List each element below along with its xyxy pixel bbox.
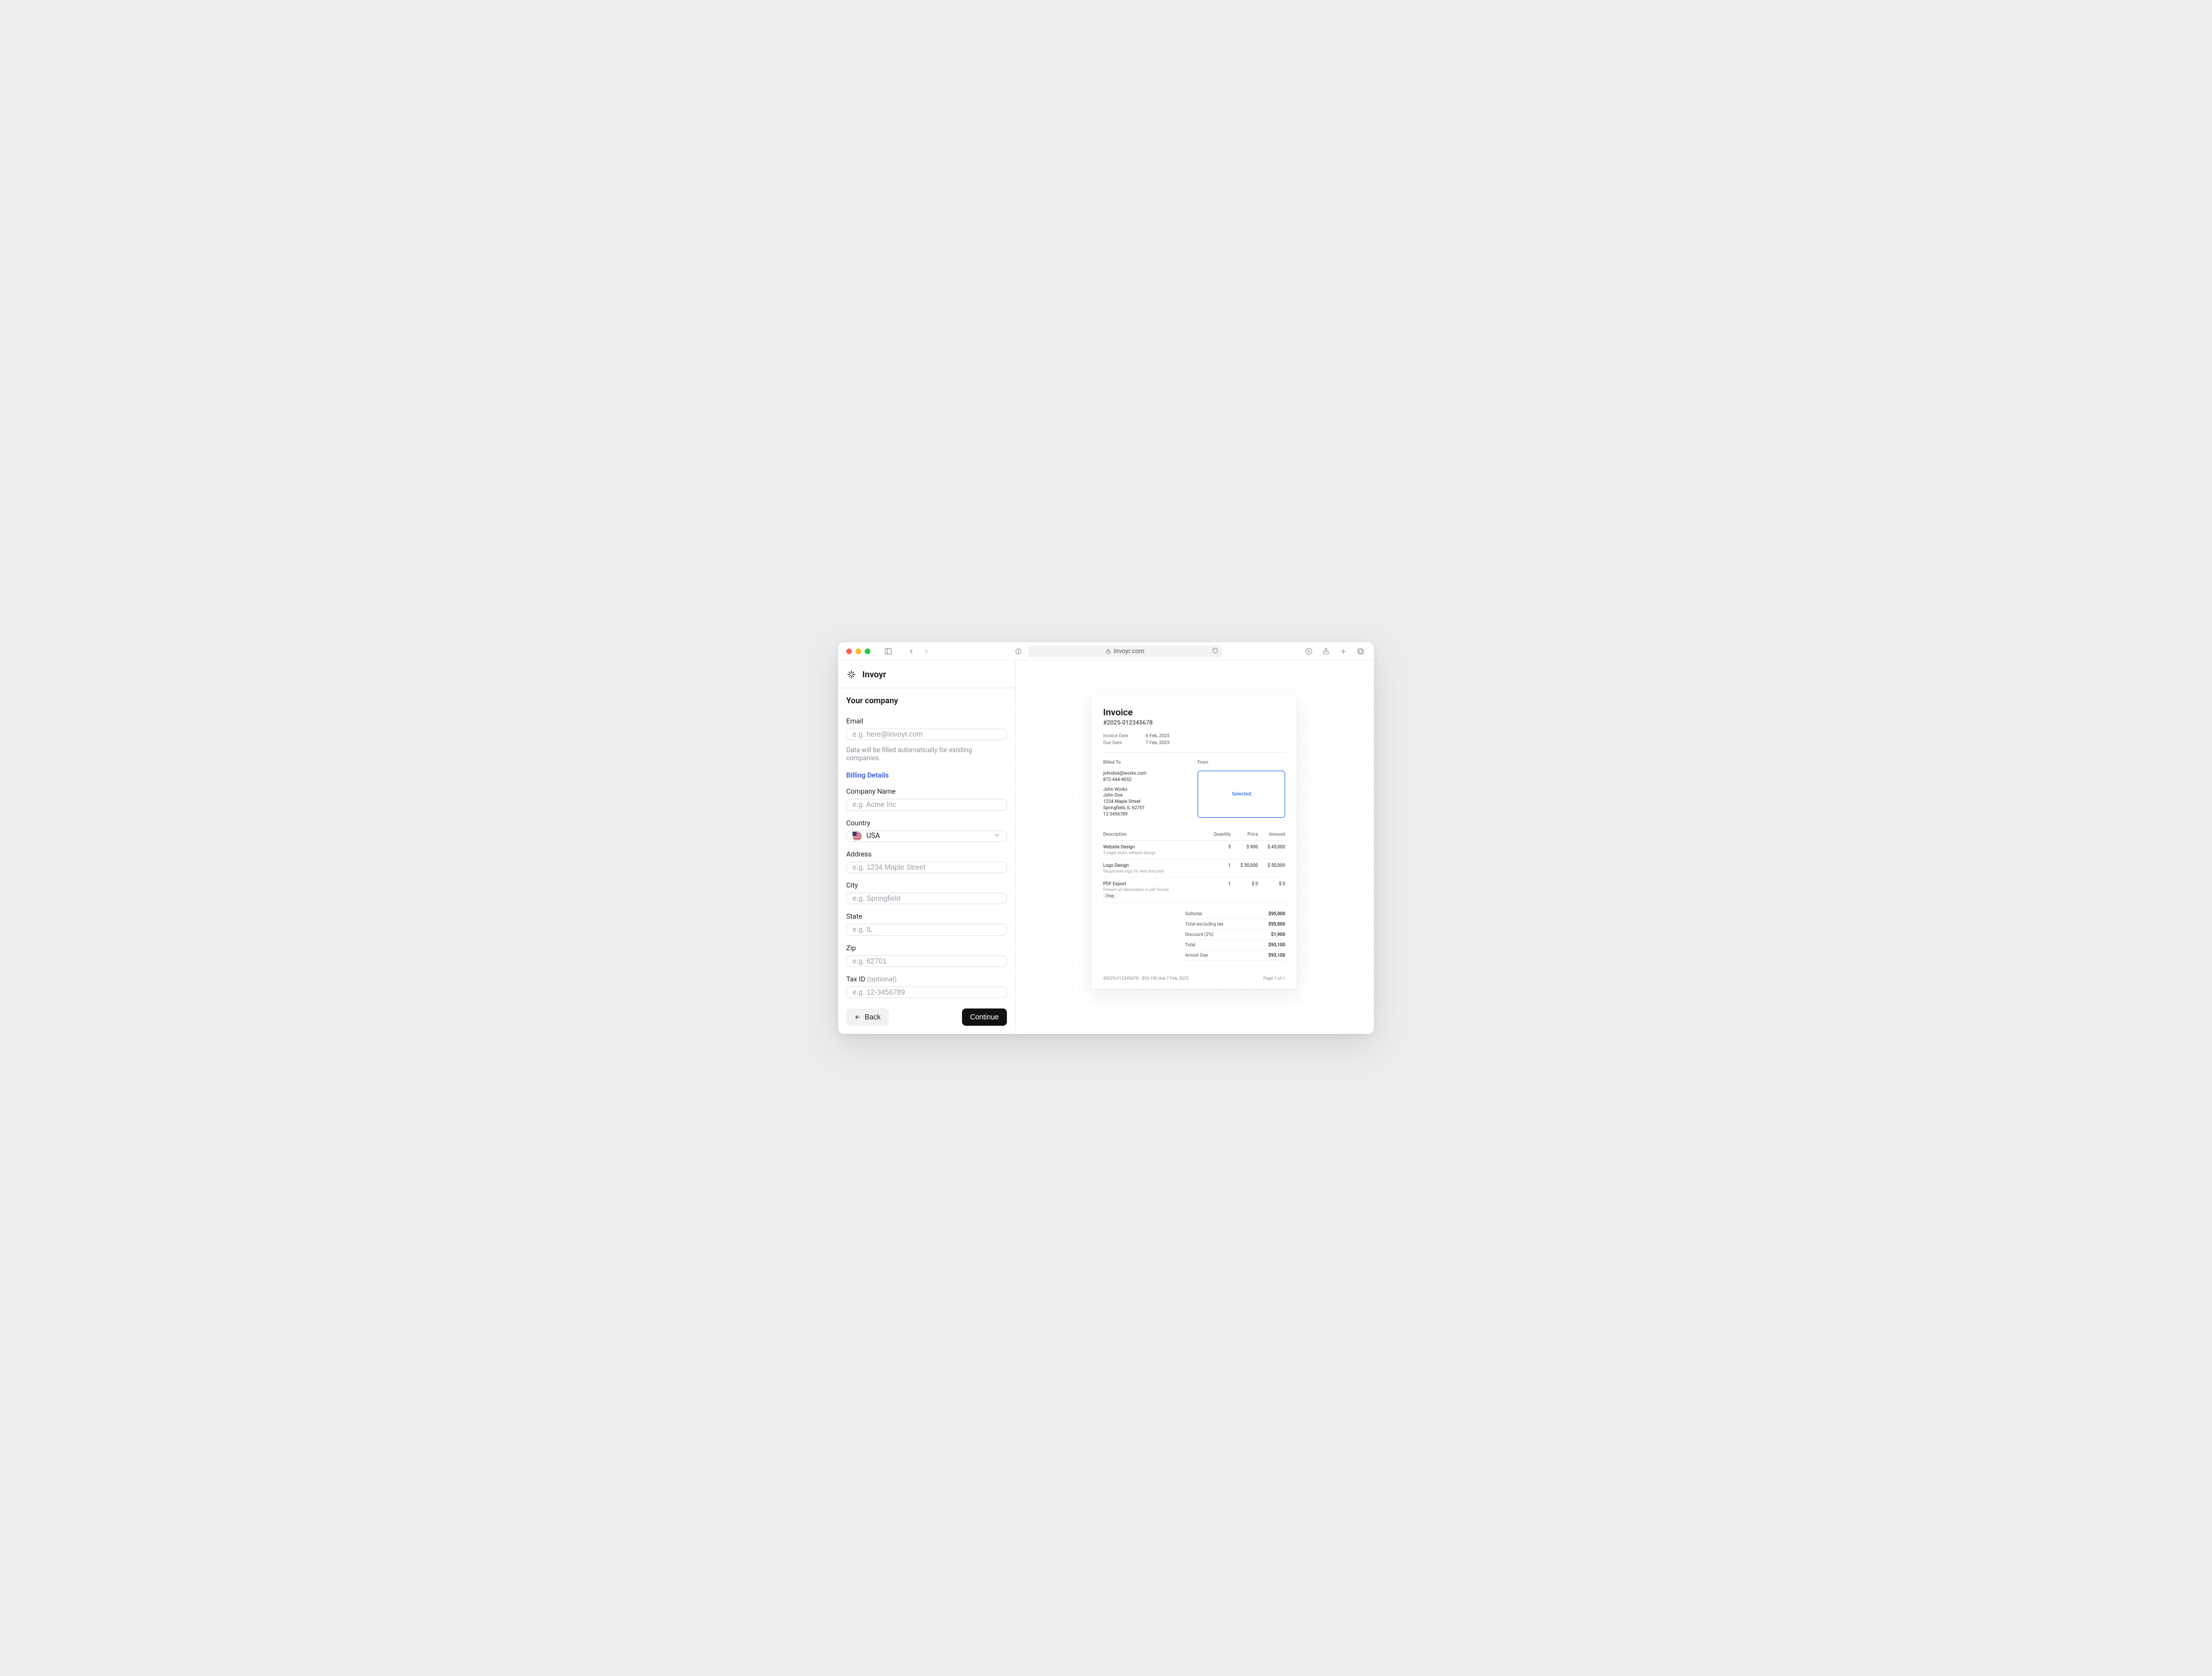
email-helper: Data will be filled automatically for ex… [846, 746, 1007, 762]
form-pane: Invoyr Your company Email Data will be f… [838, 661, 1016, 1034]
invoice-number: #2025-012345678 [1103, 719, 1285, 726]
url-host: invoyr.com [1113, 647, 1144, 655]
from-label: From [1198, 760, 1285, 765]
col-price: Price [1231, 828, 1258, 841]
close-window-icon[interactable] [846, 649, 852, 654]
col-amount: Amount [1258, 828, 1285, 841]
address-field[interactable] [846, 862, 1007, 873]
due-date-label: Due Date [1103, 740, 1135, 745]
browser-window: invoyr.com [838, 642, 1374, 1034]
city-field[interactable] [846, 893, 1007, 904]
flag-us-icon [853, 832, 862, 841]
due-date-value: 7 Feb, 2025 [1146, 740, 1169, 745]
country-select[interactable]: USA [846, 831, 1007, 842]
country-value: USA [866, 832, 880, 840]
download-icon[interactable] [1304, 646, 1314, 657]
zip-label: Zip [846, 944, 1007, 952]
country-label: Country [846, 819, 1007, 827]
table-row: Logo Design Responsive logo for web and … [1103, 859, 1285, 877]
sidebar-toggle-icon[interactable] [883, 646, 893, 657]
totals-block: Subtotal$95,000 Total excluding tax$95,0… [1185, 909, 1285, 961]
billing-details-header: Billing Details [846, 771, 1007, 779]
minimize-window-icon[interactable] [855, 649, 861, 654]
zip-field[interactable] [846, 955, 1007, 967]
table-row: Website Design 5 pager static website de… [1103, 840, 1285, 859]
address-label: Address [846, 850, 1007, 858]
invoice-page-indicator: Page 1 of 1 [1263, 976, 1285, 981]
col-description: Description [1103, 828, 1205, 841]
company-label: Company Name [846, 787, 1007, 795]
col-quantity: Quantity [1205, 828, 1231, 841]
arrow-left-icon [854, 1014, 861, 1021]
continue-button[interactable]: Continue [962, 1008, 1007, 1026]
line-items-table: Description Quantity Price Amount Websit… [1103, 828, 1285, 903]
state-field[interactable] [846, 924, 1007, 935]
brand: Invoyr [838, 661, 1015, 688]
nav-forward-icon[interactable] [921, 646, 931, 657]
lock-icon [1105, 649, 1111, 654]
back-button[interactable]: Back [846, 1008, 889, 1026]
table-row: PDF Export Present all deliverables in p… [1103, 877, 1285, 903]
city-label: City [846, 881, 1007, 889]
billed-to-label: Billed To [1103, 760, 1191, 765]
email-label: Email [846, 717, 1007, 725]
chevron-down-icon [994, 832, 1001, 841]
tabs-overview-icon[interactable] [1355, 646, 1366, 657]
invoice-title: Invoice [1103, 707, 1285, 718]
url-bar[interactable]: invoyr.com [1028, 646, 1222, 657]
taxid-label: Tax ID (optional) [846, 975, 1007, 983]
free-badge: Free [1103, 893, 1117, 899]
share-icon[interactable] [1321, 646, 1331, 657]
company-field[interactable] [846, 799, 1007, 810]
nav-back-icon[interactable] [906, 646, 916, 657]
taxid-field[interactable] [846, 987, 1007, 998]
invoice-preview: Invoice #2025-012345678 Invoice Date 6 F… [1092, 695, 1297, 989]
invoice-date-value: 6 Feb, 2025 [1146, 733, 1169, 738]
maximize-window-icon[interactable] [865, 649, 870, 654]
new-tab-icon[interactable] [1338, 646, 1349, 657]
brand-logo-icon [846, 669, 857, 680]
window-controls [846, 649, 870, 654]
billed-to-block: Billed To johndoe@works.com 872-444-4652… [1103, 760, 1191, 818]
shield-icon[interactable] [1013, 646, 1024, 657]
browser-chrome: invoyr.com [838, 642, 1374, 661]
invoice-date-label: Invoice Date [1103, 733, 1135, 738]
state-label: State [846, 912, 1007, 920]
refresh-icon[interactable] [1212, 647, 1218, 655]
section-title: Your company [846, 696, 1007, 706]
invoice-footer-summary: #2025-012345678 · $93,100 due 7 Feb, 202… [1103, 976, 1189, 981]
preview-pane: Invoice #2025-012345678 Invoice Date 6 F… [1016, 661, 1374, 1034]
from-selected-box[interactable]: Selected [1198, 771, 1285, 818]
email-field[interactable] [846, 729, 1007, 740]
brand-name: Invoyr [862, 669, 886, 680]
